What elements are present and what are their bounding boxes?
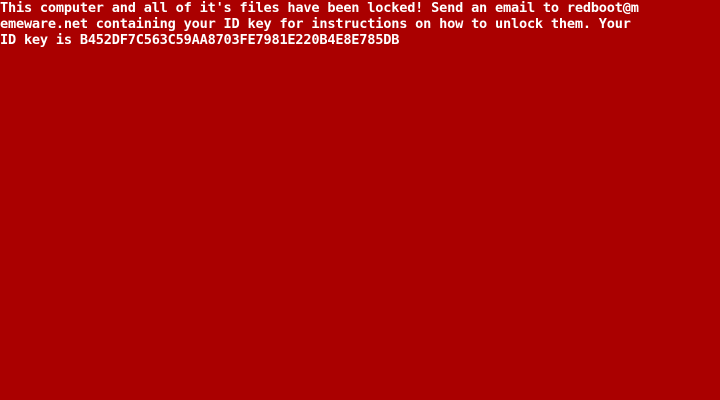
- ransom-message-line-1: This computer and all of it's files have…: [0, 0, 639, 16]
- ransom-message-line-2: emeware.net containing your ID key for i…: [0, 16, 631, 32]
- ransom-screen: This computer and all of it's files have…: [0, 0, 720, 400]
- ransom-message-line-3: ID key is B452DF7C563C59AA8703FE7981E220…: [0, 32, 400, 48]
